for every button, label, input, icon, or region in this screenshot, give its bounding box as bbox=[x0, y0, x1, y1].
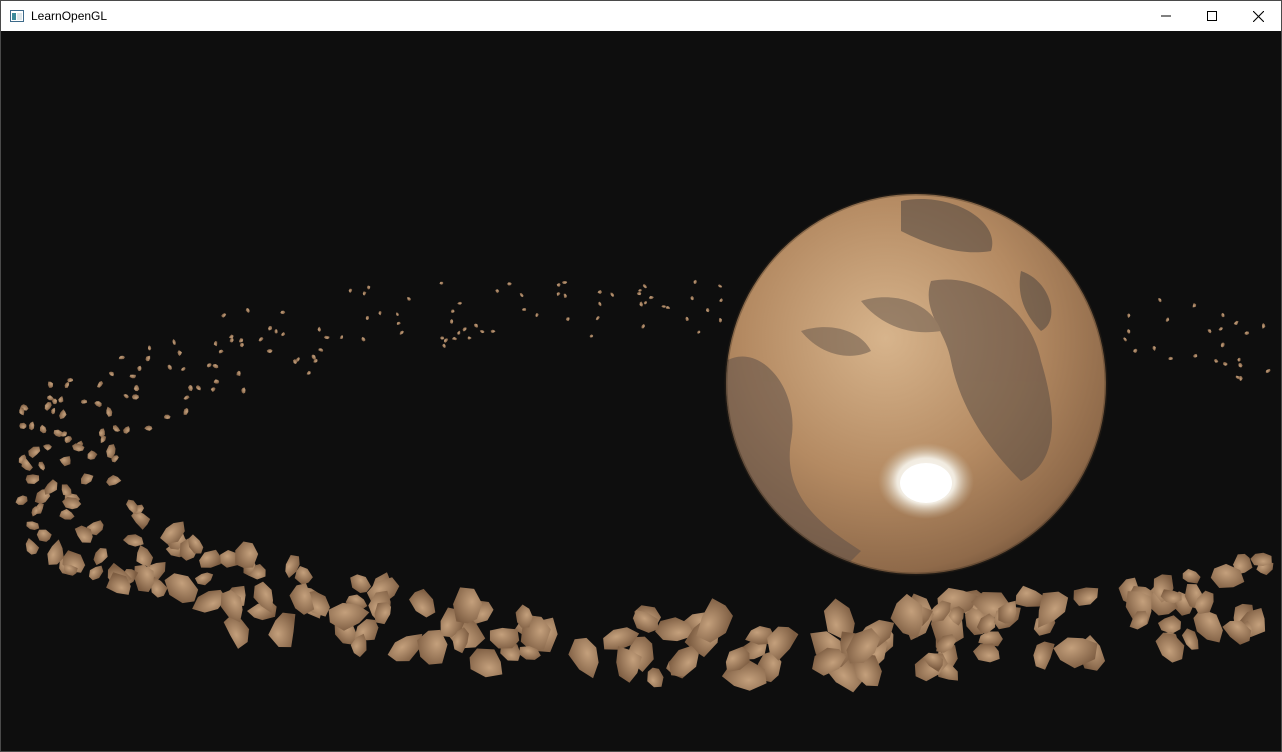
application-window: LearnOpenGL bbox=[0, 0, 1282, 752]
window-app-icon bbox=[9, 8, 25, 24]
minimize-icon bbox=[1161, 15, 1171, 17]
opengl-viewport[interactable] bbox=[1, 31, 1281, 751]
minimize-button[interactable] bbox=[1143, 1, 1189, 31]
window-controls bbox=[1143, 1, 1281, 31]
window-title: LearnOpenGL bbox=[31, 9, 108, 23]
maximize-icon bbox=[1207, 11, 1217, 21]
close-button[interactable] bbox=[1235, 1, 1281, 31]
maximize-button[interactable] bbox=[1189, 1, 1235, 31]
title-bar[interactable]: LearnOpenGL bbox=[1, 1, 1281, 31]
close-icon bbox=[1252, 10, 1264, 22]
rendered-scene bbox=[1, 31, 1281, 751]
